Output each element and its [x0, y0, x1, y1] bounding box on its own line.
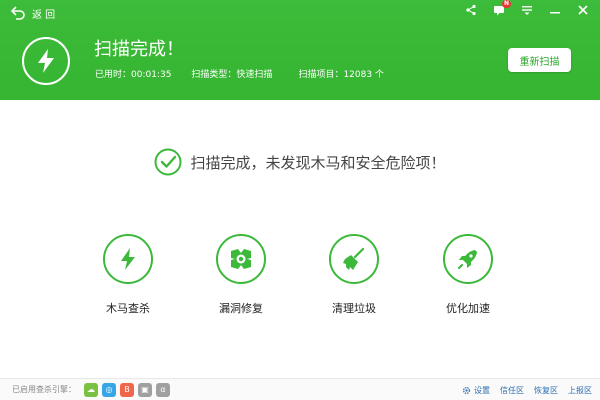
close-button[interactable] [576, 3, 590, 17]
scan-result: 扫描完成，未发现木马和安全危险项！ [0, 148, 600, 176]
optimize-speed-tool[interactable]: 优化加速 [438, 234, 498, 316]
window-controls: N [464, 0, 590, 17]
share-icon [466, 4, 476, 16]
menu-icon [522, 6, 532, 15]
engines-label: 已启用查杀引擎： [12, 385, 76, 394]
tool-label: 清理垃圾 [332, 302, 376, 315]
gear-icon [462, 386, 471, 394]
settings-link[interactable]: 设置 [462, 385, 490, 396]
trojan-scan-tool[interactable]: 木马查杀 [98, 234, 158, 316]
system-repair-engine-icon[interactable]: ▣ [138, 382, 152, 397]
trust-zone-link[interactable]: 信任区 [500, 385, 524, 396]
scan-item-count: 扫描项目：12083 个 [298, 70, 384, 80]
rocket-icon [458, 250, 477, 269]
tool-icon-ring [329, 234, 379, 284]
scan-stats: 已用时：00:01:35 扫描类型：快速扫描 扫描项目：12083 个 [95, 67, 404, 80]
back-arrow-icon [10, 6, 25, 20]
tool-label: 木马查杀 [106, 302, 150, 315]
restore-zone-link[interactable]: 恢复区 [534, 385, 558, 396]
check-circle-icon [154, 148, 182, 176]
menu-button[interactable] [520, 3, 534, 17]
rescan-button[interactable]: 重新扫描 [508, 48, 571, 72]
scan-status-icon [22, 37, 70, 85]
bitdefender-engine-icon[interactable]: B [120, 382, 134, 397]
message-button[interactable]: N [492, 0, 511, 17]
footer-links: 设置 信任区 恢复区 上报区 [462, 379, 592, 400]
qvm-engine-icon[interactable]: ◎ [102, 382, 116, 397]
tool-icon-ring [216, 234, 266, 284]
status-footer: 已启用查杀引擎： ☁ ◎ B ▣ α 设置 信任区 恢复区 上报区 [0, 378, 600, 400]
minimize-button[interactable] [548, 3, 562, 17]
patch-icon [231, 249, 251, 269]
tool-icon-ring [443, 234, 493, 284]
avira-engine-icon[interactable]: α [156, 382, 170, 397]
tool-label: 优化加速 [446, 302, 490, 315]
clean-junk-tool[interactable]: 清理垃圾 [324, 234, 384, 316]
tool-label: 漏洞修复 [219, 302, 263, 315]
vulnerability-fix-tool[interactable]: 漏洞修复 [211, 234, 271, 316]
report-zone-link[interactable]: 上报区 [568, 385, 592, 396]
lightning-icon [38, 49, 54, 73]
elapsed-time: 已用时：00:01:35 [95, 70, 172, 80]
message-badge: N [501, 0, 511, 8]
close-icon [578, 5, 588, 15]
back-label: 返 回 [32, 9, 56, 21]
result-message: 扫描完成，未发现木马和安全危险项！ [190, 153, 446, 172]
header-banner: 返 回 N 扫描完成！ 已用时：00:01:35 扫描类型：快速扫描 扫描项目：… [0, 0, 600, 100]
scan-title: 扫描完成！ [94, 39, 184, 60]
minimize-icon [550, 12, 560, 14]
broom-icon [343, 247, 365, 270]
settings-label: 设置 [474, 385, 490, 395]
lightning-icon [121, 248, 135, 270]
tool-icon-ring [103, 234, 153, 284]
cloud-engine-icon[interactable]: ☁ [84, 382, 98, 397]
share-button[interactable] [464, 3, 478, 17]
back-button[interactable]: 返 回 [10, 5, 55, 21]
scan-type: 扫描类型：快速扫描 [191, 70, 273, 80]
